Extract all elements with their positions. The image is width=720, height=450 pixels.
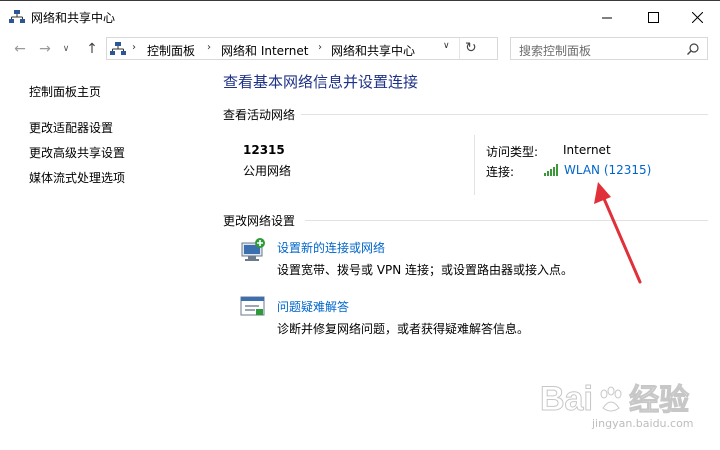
troubleshoot-link[interactable]: 问题疑难解答 — [277, 298, 349, 315]
breadcrumb-control-panel[interactable]: 控制面板 — [147, 42, 195, 59]
breadcrumb-network-sharing-center[interactable]: 网络和共享中心 — [331, 42, 415, 59]
access-type-value: Internet — [563, 143, 611, 157]
page-title: 查看基本网络信息并设置连接 — [223, 73, 419, 91]
sidebar-home-link[interactable]: 控制面板主页 — [29, 83, 101, 100]
watermark-brand-cn: 经验 — [629, 384, 690, 418]
maximize-icon — [647, 11, 659, 23]
sidebar-item-media-streaming[interactable]: 媒体流式处理选项 — [29, 169, 125, 186]
breadcrumb-network-internet[interactable]: 网络和 Internet — [221, 42, 308, 59]
sidebar-item-adapter-settings[interactable]: 更改适配器设置 — [29, 119, 113, 136]
wifi-signal-icon — [544, 164, 558, 176]
up-button[interactable]: ↑ — [82, 39, 102, 59]
refresh-icon[interactable]: ↻ — [465, 40, 477, 56]
wlan-connection-link[interactable]: WLAN (12315) — [564, 163, 651, 177]
change-settings-heading: 更改网络设置 — [223, 214, 296, 228]
access-type-label: 访问类型: — [486, 145, 539, 159]
search-input[interactable]: 搜索控制面板 — [519, 42, 591, 59]
search-box[interactable]: 搜索控制面板 — [510, 37, 708, 60]
network-center-icon — [9, 10, 25, 23]
minimize-icon — [601, 17, 612, 18]
troubleshoot-icon — [240, 296, 265, 316]
setup-connection-link[interactable]: 设置新的连接或网络 — [277, 239, 385, 256]
annotation-arrow — [594, 182, 642, 284]
network-divider — [474, 135, 475, 195]
sidebar-item-advanced-sharing[interactable]: 更改高级共享设置 — [29, 144, 125, 161]
setup-connection-description: 设置宽带、拨号或 VPN 连接；或设置路由器或接入点。 — [277, 263, 574, 277]
close-icon — [691, 11, 703, 23]
arrow-left-icon: ← — [14, 41, 26, 57]
back-button[interactable]: ← — [10, 39, 30, 59]
baidu-watermark: Bai 经验 — [540, 375, 690, 419]
close-button[interactable] — [674, 1, 720, 33]
arrow-up-icon: ↑ — [86, 41, 98, 57]
title-bar: 网络和共享中心 — [0, 1, 720, 33]
troubleshoot-description: 诊断并修复网络问题，或者获得疑难解答信息。 — [277, 322, 530, 336]
address-row: ← → ∨ ↑ › 控制面板 › 网络和 Internet › 网络和共享中心 … — [0, 34, 720, 64]
section-divider — [301, 114, 708, 115]
watermark-url: jingyan.baidu.com — [592, 417, 694, 430]
chevron-right-icon: › — [132, 42, 136, 53]
address-bar[interactable]: › 控制面板 › 网络和 Internet › 网络和共享中心 ∨ ↻ — [106, 37, 498, 60]
network-category: 公用网络 — [243, 164, 292, 178]
chevron-down-icon: ∨ — [62, 44, 70, 54]
active-networks-heading: 查看活动网络 — [223, 108, 296, 122]
chevron-right-icon: › — [207, 42, 211, 53]
baidu-paw-icon — [600, 386, 622, 412]
minimize-button[interactable] — [584, 1, 630, 33]
watermark-brand: Bai — [540, 380, 594, 419]
maximize-button[interactable] — [630, 1, 676, 33]
forward-button[interactable]: → — [35, 39, 55, 59]
search-icon[interactable] — [687, 43, 699, 55]
new-connection-icon — [241, 238, 265, 261]
arrow-right-icon: → — [39, 41, 51, 57]
address-divider — [459, 38, 460, 59]
recent-locations-button[interactable]: ∨ — [59, 39, 73, 59]
network-name: 12315 — [243, 143, 285, 157]
control-panel-icon — [110, 42, 126, 55]
chevron-down-icon[interactable]: ∨ — [443, 41, 450, 51]
window-title: 网络和共享中心 — [31, 11, 116, 25]
chevron-right-icon: › — [318, 42, 322, 53]
connection-label: 连接: — [486, 165, 515, 179]
